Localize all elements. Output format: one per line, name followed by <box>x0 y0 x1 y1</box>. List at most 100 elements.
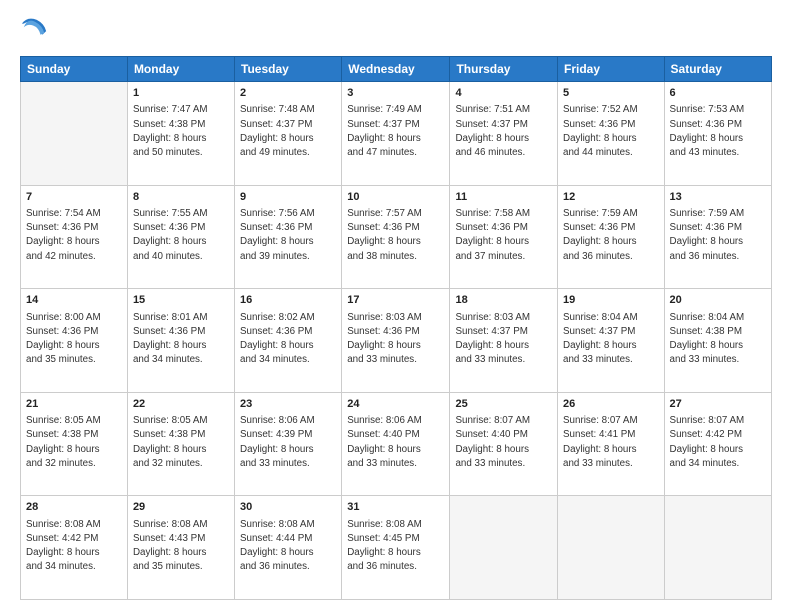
day-info: Sunrise: 8:08 AMSunset: 4:44 PMDaylight:… <box>240 518 336 575</box>
day-number: 22 <box>133 397 229 412</box>
day-number: 9 <box>240 190 336 205</box>
day-info: Sunrise: 7:57 AMSunset: 4:36 PMDaylight:… <box>347 207 444 264</box>
calendar-cell: 7 Sunrise: 7:54 AMSunset: 4:36 PMDaylight… <box>21 185 128 289</box>
week-row-0: 1 Sunrise: 7:47 AMSunset: 4:38 PMDaylight… <box>21 82 772 186</box>
day-number: 30 <box>240 500 336 515</box>
calendar-cell: 1 Sunrise: 7:47 AMSunset: 4:38 PMDaylight… <box>127 82 234 186</box>
day-info: Sunrise: 8:00 AMSunset: 4:36 PMDaylight:… <box>26 311 122 368</box>
day-header-thursday: Thursday <box>450 57 558 82</box>
day-number: 7 <box>26 190 122 205</box>
calendar-cell: 2 Sunrise: 7:48 AMSunset: 4:37 PMDaylight… <box>235 82 342 186</box>
calendar-body: 1 Sunrise: 7:47 AMSunset: 4:38 PMDaylight… <box>21 82 772 600</box>
day-info: Sunrise: 8:07 AMSunset: 4:40 PMDaylight:… <box>455 414 552 471</box>
day-number: 23 <box>240 397 336 412</box>
calendar-cell <box>21 82 128 186</box>
day-number: 31 <box>347 500 444 515</box>
calendar-cell: 23 Sunrise: 8:06 AMSunset: 4:39 PMDayligh… <box>235 392 342 496</box>
day-info: Sunrise: 8:08 AMSunset: 4:43 PMDaylight:… <box>133 518 229 575</box>
calendar-cell: 17Sunrise: 8:03 AMSunset: 4:36 PMDayligh… <box>342 289 450 393</box>
day-number: 18 <box>455 293 552 308</box>
day-info: Sunrise: 8:07 AMSunset: 4:42 PMDaylight:… <box>670 414 766 471</box>
calendar-cell: 15 Sunrise: 8:01 AMSunset: 4:36 PMDayligh… <box>127 289 234 393</box>
day-number: 20 <box>670 293 766 308</box>
week-row-4: 28 Sunrise: 8:08 AMSunset: 4:42 PMDayligh… <box>21 496 772 600</box>
day-number: 6 <box>670 86 766 101</box>
day-info: Sunrise: 8:03 AMSunset: 4:37 PMDaylight:… <box>455 311 552 368</box>
calendar-cell: 14 Sunrise: 8:00 AMSunset: 4:36 PMDayligh… <box>21 289 128 393</box>
day-number: 11 <box>455 190 552 205</box>
calendar-cell: 22 Sunrise: 8:05 AMSunset: 4:38 PMDayligh… <box>127 392 234 496</box>
day-number: 14 <box>26 293 122 308</box>
day-number: 12 <box>563 190 659 205</box>
calendar-cell: 18 Sunrise: 8:03 AMSunset: 4:37 PMDayligh… <box>450 289 558 393</box>
day-info: Sunrise: 7:51 AMSunset: 4:37 PMDaylight:… <box>455 103 552 160</box>
logo <box>20 18 52 46</box>
day-number: 2 <box>240 86 336 101</box>
day-info: Sunrise: 7:52 AMSunset: 4:36 PMDaylight:… <box>563 103 659 160</box>
calendar-cell: 8 Sunrise: 7:55 AMSunset: 4:36 PMDaylight… <box>127 185 234 289</box>
calendar-cell: 13Sunrise: 7:59 AMSunset: 4:36 PMDayligh… <box>664 185 771 289</box>
week-row-3: 21 Sunrise: 8:05 AMSunset: 4:38 PMDayligh… <box>21 392 772 496</box>
day-header-saturday: Saturday <box>664 57 771 82</box>
header-row: SundayMondayTuesdayWednesdayThursdayFrid… <box>21 57 772 82</box>
day-number: 3 <box>347 86 444 101</box>
day-number: 28 <box>26 500 122 515</box>
day-number: 19 <box>563 293 659 308</box>
calendar-cell: 11 Sunrise: 7:58 AMSunset: 4:36 PMDayligh… <box>450 185 558 289</box>
day-info: Sunrise: 7:54 AMSunset: 4:36 PMDaylight:… <box>26 207 122 264</box>
day-info: Sunrise: 8:01 AMSunset: 4:36 PMDaylight:… <box>133 311 229 368</box>
calendar-cell <box>664 496 771 600</box>
calendar-cell <box>558 496 665 600</box>
calendar-cell: 30 Sunrise: 8:08 AMSunset: 4:44 PMDayligh… <box>235 496 342 600</box>
calendar-cell: 25 Sunrise: 8:07 AMSunset: 4:40 PMDayligh… <box>450 392 558 496</box>
day-info: Sunrise: 7:59 AMSunset: 4:36 PMDaylight:… <box>670 207 766 264</box>
calendar-cell: 27 Sunrise: 8:07 AMSunset: 4:42 PMDayligh… <box>664 392 771 496</box>
day-info: Sunrise: 7:49 AMSunset: 4:37 PMDaylight:… <box>347 103 444 160</box>
day-info: Sunrise: 8:08 AMSunset: 4:42 PMDaylight:… <box>26 518 122 575</box>
day-info: Sunrise: 7:56 AMSunset: 4:36 PMDaylight:… <box>240 207 336 264</box>
day-number: 29 <box>133 500 229 515</box>
day-number: 15 <box>133 293 229 308</box>
day-number: 21 <box>26 397 122 412</box>
calendar-cell: 3 Sunrise: 7:49 AMSunset: 4:37 PMDaylight… <box>342 82 450 186</box>
calendar-cell: 21Sunrise: 8:05 AMSunset: 4:38 PMDayligh… <box>21 392 128 496</box>
day-header-sunday: Sunday <box>21 57 128 82</box>
day-info: Sunrise: 8:04 AMSunset: 4:37 PMDaylight:… <box>563 311 659 368</box>
day-info: Sunrise: 7:47 AMSunset: 4:38 PMDaylight:… <box>133 103 229 160</box>
day-info: Sunrise: 7:59 AMSunset: 4:36 PMDaylight:… <box>563 207 659 264</box>
calendar-table: SundayMondayTuesdayWednesdayThursdayFrid… <box>20 56 772 600</box>
calendar-cell: 20Sunrise: 8:04 AMSunset: 4:38 PMDayligh… <box>664 289 771 393</box>
calendar-cell: 31 Sunrise: 8:08 AMSunset: 4:45 PMDayligh… <box>342 496 450 600</box>
day-info: Sunrise: 8:08 AMSunset: 4:45 PMDaylight:… <box>347 518 444 575</box>
calendar-cell: 29 Sunrise: 8:08 AMSunset: 4:43 PMDayligh… <box>127 496 234 600</box>
week-row-1: 7 Sunrise: 7:54 AMSunset: 4:36 PMDaylight… <box>21 185 772 289</box>
day-number: 16 <box>240 293 336 308</box>
day-info: Sunrise: 8:06 AMSunset: 4:40 PMDaylight:… <box>347 414 444 471</box>
day-info: Sunrise: 8:05 AMSunset: 4:38 PMDaylight:… <box>133 414 229 471</box>
day-info: Sunrise: 8:03 AMSunset: 4:36 PMDaylight:… <box>347 311 444 368</box>
day-number: 25 <box>455 397 552 412</box>
day-info: Sunrise: 7:53 AMSunset: 4:36 PMDaylight:… <box>670 103 766 160</box>
day-number: 1 <box>133 86 229 101</box>
day-number: 8 <box>133 190 229 205</box>
calendar-cell: 24Sunrise: 8:06 AMSunset: 4:40 PMDayligh… <box>342 392 450 496</box>
calendar-header: SundayMondayTuesdayWednesdayThursdayFrid… <box>21 57 772 82</box>
day-info: Sunrise: 7:48 AMSunset: 4:37 PMDaylight:… <box>240 103 336 160</box>
header <box>20 18 772 46</box>
calendar-cell: 12 Sunrise: 7:59 AMSunset: 4:36 PMDayligh… <box>558 185 665 289</box>
week-row-2: 14 Sunrise: 8:00 AMSunset: 4:36 PMDayligh… <box>21 289 772 393</box>
calendar-cell: 10Sunrise: 7:57 AMSunset: 4:36 PMDayligh… <box>342 185 450 289</box>
day-header-monday: Monday <box>127 57 234 82</box>
day-number: 27 <box>670 397 766 412</box>
day-info: Sunrise: 8:07 AMSunset: 4:41 PMDaylight:… <box>563 414 659 471</box>
day-info: Sunrise: 8:06 AMSunset: 4:39 PMDaylight:… <box>240 414 336 471</box>
calendar-cell: 5 Sunrise: 7:52 AMSunset: 4:36 PMDaylight… <box>558 82 665 186</box>
day-info: Sunrise: 7:58 AMSunset: 4:36 PMDaylight:… <box>455 207 552 264</box>
calendar-cell: 26Sunrise: 8:07 AMSunset: 4:41 PMDayligh… <box>558 392 665 496</box>
day-header-wednesday: Wednesday <box>342 57 450 82</box>
day-number: 5 <box>563 86 659 101</box>
day-info: Sunrise: 8:02 AMSunset: 4:36 PMDaylight:… <box>240 311 336 368</box>
day-info: Sunrise: 7:55 AMSunset: 4:36 PMDaylight:… <box>133 207 229 264</box>
day-number: 4 <box>455 86 552 101</box>
calendar-cell: 4 Sunrise: 7:51 AMSunset: 4:37 PMDaylight… <box>450 82 558 186</box>
